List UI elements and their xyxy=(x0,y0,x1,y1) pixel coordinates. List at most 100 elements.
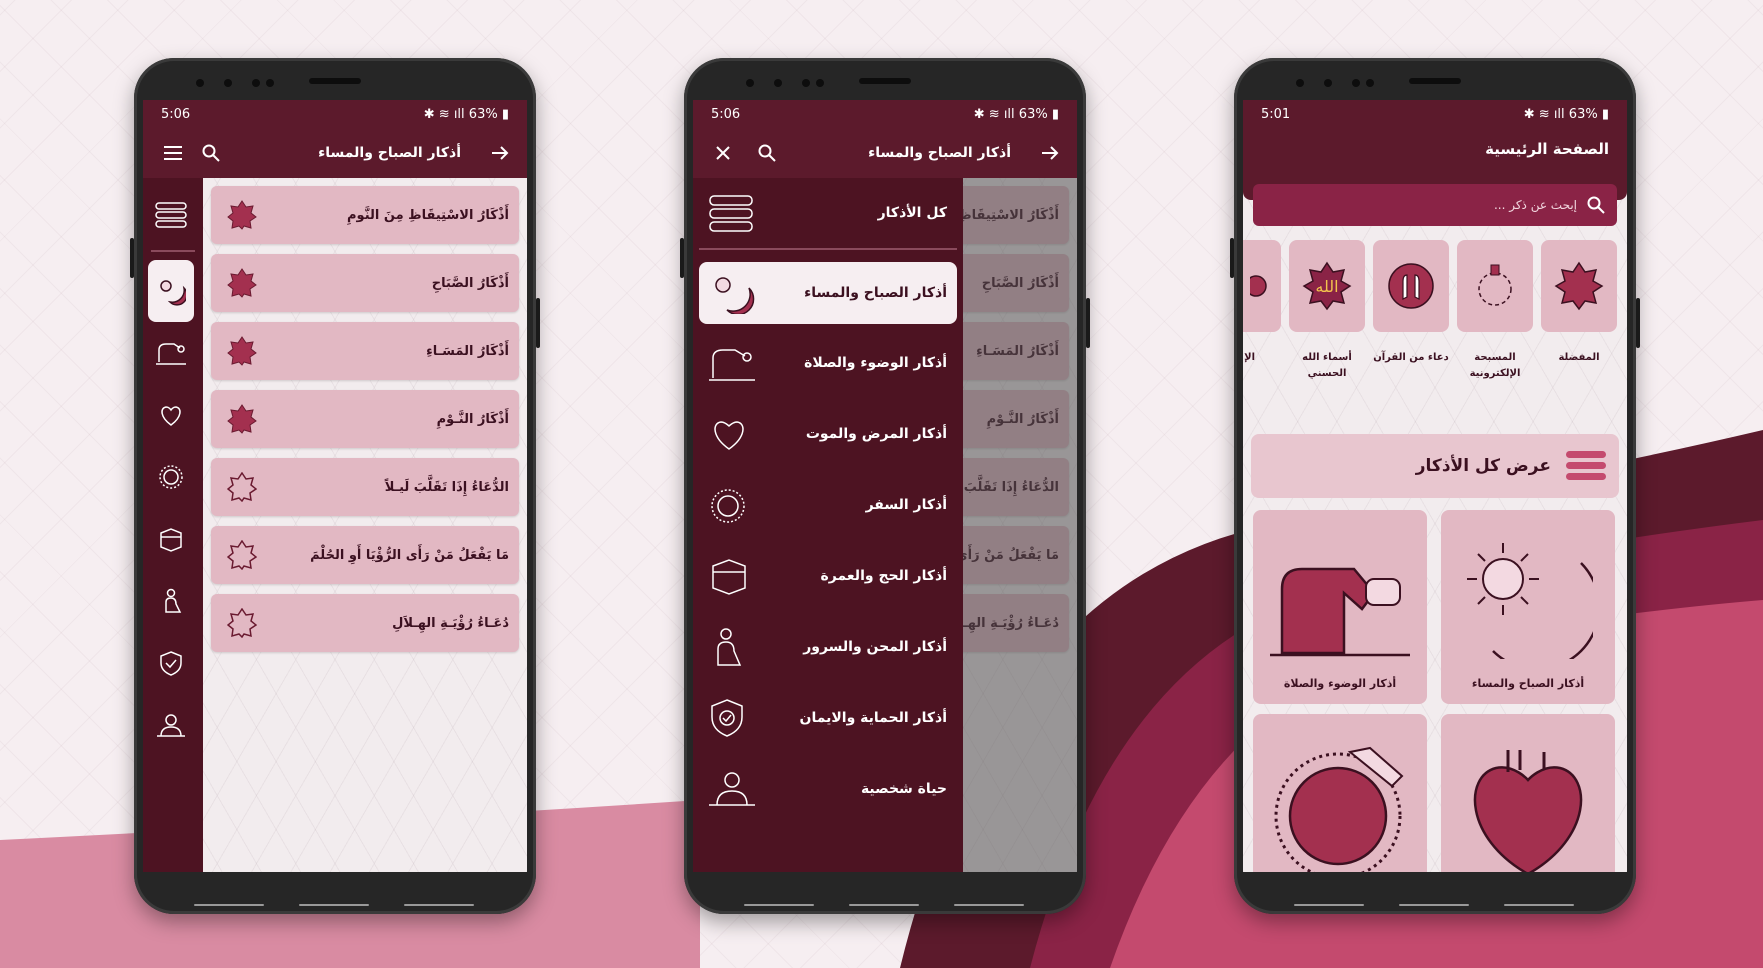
star-badge-icon xyxy=(227,336,257,366)
tile-ablution[interactable]: أذكار الوضوء والصلاة xyxy=(1253,510,1427,704)
search-icon xyxy=(1587,196,1605,214)
tile-label: أذكار الصباح والمساء xyxy=(1471,677,1585,690)
list-item[interactable]: أَذْكَارُ المَسَـاءِ xyxy=(211,322,519,380)
drawer-item-all[interactable]: كل الأذكار xyxy=(699,182,957,244)
list-item[interactable]: مَا يَفْعَلُ مَنْ رَأَى الرُّؤْيَا أَوِ … xyxy=(211,526,519,584)
phone-right: 5:01 ✱ ≋ ıll 63% ▮ الصفحة الرئيسية إبحث … xyxy=(1230,58,1640,914)
category-asma-allah[interactable]: الله xyxy=(1289,240,1365,332)
svg-text:الله: الله xyxy=(1315,277,1338,296)
list-item[interactable]: الدُّعَاءُ إِذَا تَقَلَّبَ لَيـلاً xyxy=(211,458,519,516)
rail-item-hardship[interactable] xyxy=(148,576,194,626)
tile-illness[interactable] xyxy=(1441,714,1615,872)
app-bar: أذكار الصباح والمساء xyxy=(693,128,1077,178)
page-title: أذكار الصباح والمساء xyxy=(318,145,461,161)
list-item-label: الدُّعَاءُ إِذَا تَقَلَّبَ لَيـلاً xyxy=(384,479,509,495)
screen-middle: 5:06 ✱ ≋ ıll 63% ▮ أذكار الصباح والمساء … xyxy=(693,100,1077,872)
category-label: الإ xyxy=(1244,352,1255,363)
back-arrow-icon[interactable] xyxy=(1041,145,1059,161)
drawer-item-hajj[interactable]: أذكار الحج والعمرة xyxy=(699,545,957,607)
rail-item-ablution[interactable] xyxy=(148,328,194,378)
list-item-label: أَذْكَارُ الاسْتِيقَاظِ مِنَ النَّومِ xyxy=(347,207,509,223)
star-badge-icon xyxy=(1554,261,1604,311)
star-outline-icon xyxy=(227,472,257,502)
star-badge-icon xyxy=(227,268,257,298)
allah-calligraphy-icon: الله xyxy=(1302,261,1352,311)
prayer-beads-icon xyxy=(1470,261,1520,311)
list-item[interactable]: أَذْكَارُ الاسْتِيقَاظِ مِنَ النَّومِ xyxy=(211,186,519,244)
rail-item-illness[interactable] xyxy=(148,390,194,440)
scrim[interactable] xyxy=(963,178,1077,872)
drawer-item-illness[interactable]: أذكار المرض والموت xyxy=(699,403,957,465)
heart-icon xyxy=(1458,746,1598,872)
tile-label: أذكار الوضوء والصلاة xyxy=(1283,677,1397,690)
search-input[interactable]: إبحث عن ذكر ... xyxy=(1253,184,1617,226)
sun-moon-icon xyxy=(1463,539,1593,677)
screen-left: 5:06 ✱ ≋ ıll 63% ▮ أذكار الصباح والمساء xyxy=(143,100,527,872)
tile-travel[interactable] xyxy=(1253,714,1427,872)
list-item[interactable]: أَذْكَارُ النَّـوْمِ xyxy=(211,390,519,448)
globe-plane-icon xyxy=(709,486,749,524)
category-label: المفضلة xyxy=(1558,352,1600,363)
search-icon[interactable] xyxy=(199,144,223,162)
category-more[interactable] xyxy=(1243,240,1281,332)
tile-morning-evening[interactable]: أذكار الصباح والمساء xyxy=(1441,510,1615,704)
status-time: 5:06 xyxy=(711,106,741,122)
star-outline-icon xyxy=(227,608,257,638)
back-arrow-icon[interactable] xyxy=(491,145,509,161)
show-all-azkar-button[interactable]: عرض كل الأذكار xyxy=(1251,434,1619,498)
sun-moon-icon xyxy=(709,272,755,314)
category-favorites[interactable] xyxy=(1541,240,1617,332)
star-outline-icon xyxy=(227,540,257,570)
category-quran-dua[interactable] xyxy=(1373,240,1449,332)
list-icon xyxy=(1565,449,1607,483)
drawer-item-morning-evening[interactable]: أذكار الصباح والمساء xyxy=(699,262,957,324)
drawer-item-ablution[interactable]: أذكار الوضوء والصلاة xyxy=(699,332,957,394)
ablution-icon xyxy=(156,340,186,366)
rail-item-travel[interactable] xyxy=(148,452,194,502)
kaaba-icon xyxy=(709,556,749,596)
kaaba-icon xyxy=(158,526,184,552)
list-item[interactable]: دُعَـاءُ رُؤْيَـةِ الهِـلاَلِ xyxy=(211,594,519,652)
shield-icon xyxy=(709,698,745,738)
phone-middle: 5:06 ✱ ≋ ıll 63% ▮ أذكار الصباح والمساء … xyxy=(680,58,1090,914)
list-item-label: مَا يَفْعَلُ مَنْ رَأَى الرُّؤْيَا أَوِ … xyxy=(310,547,509,563)
globe-plane-icon xyxy=(1270,746,1410,872)
search-icon[interactable] xyxy=(755,144,779,162)
close-icon[interactable] xyxy=(711,146,735,160)
show-all-label: عرض كل الأذكار xyxy=(1415,456,1551,476)
drawer-item-hardship[interactable]: أذكار المحن والسرور xyxy=(699,616,957,678)
status-icons: ✱ ≋ ıll 63% ▮ xyxy=(1523,106,1609,122)
list-item-label: أَذْكَارُ الصَّبَاحِ xyxy=(431,275,509,291)
nav-drawer: كل الأذكار أذكار الصباح والمساء أذكار ال… xyxy=(693,178,963,872)
shield-icon xyxy=(159,650,183,676)
menu-icon[interactable] xyxy=(161,146,185,160)
status-bar: 5:06 ✱ ≋ ıll 63% ▮ xyxy=(693,100,1077,128)
globe-plane-icon xyxy=(158,464,184,490)
rail-item-hajj[interactable] xyxy=(148,514,194,564)
azkar-list: أَذْكَارُ الاسْتِيقَاظِ مِنَ النَّومِ أَ… xyxy=(203,178,527,872)
category-label: أسماء الله الحسني xyxy=(1302,352,1352,379)
gear-icon xyxy=(1250,266,1280,306)
status-icons: ✱ ≋ ıll 63% ▮ xyxy=(423,106,509,122)
status-bar: 5:01 ✱ ≋ ıll 63% ▮ xyxy=(1243,100,1627,128)
rail-item-morning-evening[interactable] xyxy=(148,260,194,322)
list-item-label: دُعَـاءُ رُؤْيَـةِ الهِـلاَلِ xyxy=(392,615,509,631)
category-tasbih[interactable] xyxy=(1457,240,1533,332)
heart-icon xyxy=(158,402,184,428)
screen-right: 5:01 ✱ ≋ ıll 63% ▮ الصفحة الرئيسية إبحث … xyxy=(1243,100,1627,872)
person-icon xyxy=(709,769,755,809)
drawer-item-personal[interactable]: حياة شخصية xyxy=(699,758,957,820)
rail-item-protection[interactable] xyxy=(148,638,194,688)
category-label: المسبحة الإلكترونية xyxy=(1469,352,1521,379)
star-badge-icon xyxy=(227,404,257,434)
nav-rail xyxy=(143,178,203,872)
list-item[interactable]: أَذْكَارُ الصَّبَاحِ xyxy=(211,254,519,312)
status-bar: 5:06 ✱ ≋ ıll 63% ▮ xyxy=(143,100,527,128)
page-title: أذكار الصباح والمساء xyxy=(868,145,1011,161)
rail-item-personal[interactable] xyxy=(148,700,194,750)
drawer-item-protection[interactable]: أذكار الحماية والايمان xyxy=(699,687,957,749)
rail-item-all[interactable] xyxy=(148,190,194,240)
drawer-item-travel[interactable]: أذكار السفر xyxy=(699,474,957,536)
star-badge-icon xyxy=(227,200,257,230)
phone-left: 5:06 ✱ ≋ ıll 63% ▮ أذكار الصباح والمساء xyxy=(130,58,540,914)
